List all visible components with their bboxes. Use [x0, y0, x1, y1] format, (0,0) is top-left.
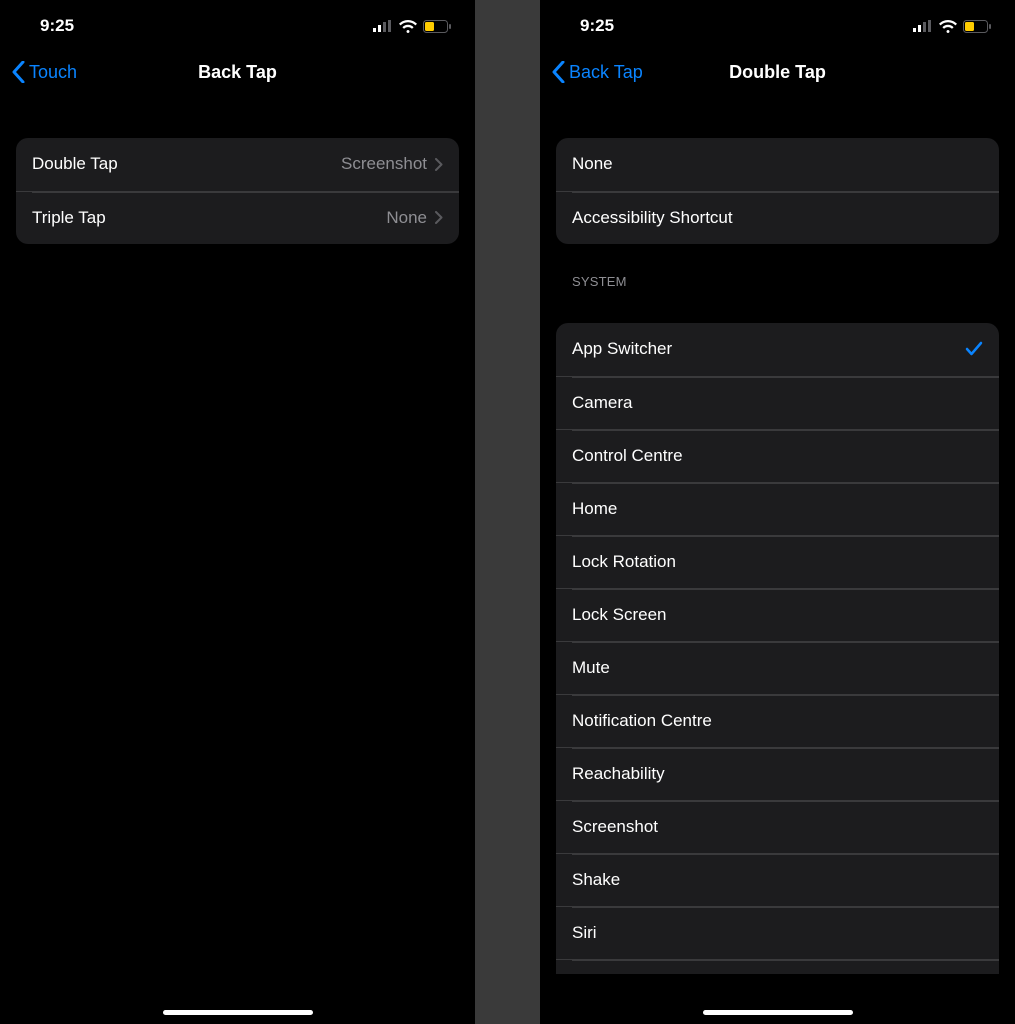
wifi-icon [399, 20, 417, 33]
row-system-option[interactable]: Home [556, 482, 999, 535]
row-label: None [572, 154, 613, 174]
row-none[interactable]: None [556, 138, 999, 191]
cellular-icon [913, 20, 933, 32]
nav-bar: Touch Back Tap [0, 48, 475, 104]
row-system-option[interactable]: Camera [556, 376, 999, 429]
chevron-right-icon [435, 158, 443, 171]
status-time: 9:25 [580, 16, 614, 36]
right-screen: 9:25 Back Tap Double Tap None Accessibil… [540, 0, 1015, 1024]
row-label: Home [572, 499, 617, 519]
row-system-option[interactable]: Mute [556, 641, 999, 694]
battery-icon [963, 20, 991, 33]
page-title: Double Tap [729, 62, 826, 83]
status-icons [913, 20, 991, 33]
back-button[interactable]: Touch [12, 61, 77, 83]
row-system-option[interactable]: Lock Screen [556, 588, 999, 641]
row-label: Double Tap [32, 154, 118, 174]
home-indicator[interactable] [163, 1010, 313, 1015]
row-label: Siri [572, 923, 597, 943]
back-label: Touch [29, 62, 77, 83]
battery-icon [423, 20, 451, 33]
chevron-right-icon [435, 211, 443, 224]
options-group-1: None Accessibility Shortcut [556, 138, 999, 244]
row-label: Screenshot [572, 817, 658, 837]
page-title: Back Tap [198, 62, 277, 83]
status-bar: 9:25 [0, 0, 475, 48]
row-label: Notification Centre [572, 711, 712, 731]
row-system-option[interactable]: Shake [556, 853, 999, 906]
row-system-option[interactable]: App Switcher [556, 323, 999, 376]
row-label: Accessibility Shortcut [572, 208, 733, 228]
row-triple-tap[interactable]: Triple Tap None [16, 191, 459, 244]
system-group: App Switcher Camera Control Centre Home Lock… [556, 323, 999, 974]
chevron-left-icon [552, 61, 565, 83]
row-label: Shake [572, 870, 620, 890]
home-indicator[interactable] [703, 1010, 853, 1015]
back-label: Back Tap [569, 62, 643, 83]
row-label: Lock Rotation [572, 552, 676, 572]
row-double-tap[interactable]: Double Tap Screenshot [16, 138, 459, 191]
status-bar: 9:25 [540, 0, 1015, 48]
cellular-icon [373, 20, 393, 32]
nav-bar: Back Tap Double Tap [540, 48, 1015, 104]
row-system-option[interactable]: Screenshot [556, 800, 999, 853]
row-label: Reachability [572, 764, 665, 784]
row-label: Mute [572, 658, 610, 678]
row-system-option[interactable]: Siri [556, 906, 999, 959]
row-system-option[interactable]: Control Centre [556, 429, 999, 482]
row-label: Control Centre [572, 446, 683, 466]
left-screen: 9:25 Touch Back Tap Double Tap Screensho… [0, 0, 475, 1024]
row-label: App Switcher [572, 339, 672, 359]
row-label: Triple Tap [32, 208, 106, 228]
system-group-header: SYSTEM [556, 274, 999, 289]
row-system-option[interactable]: Spotlight [556, 959, 999, 974]
row-system-option[interactable]: Reachability [556, 747, 999, 800]
status-time: 9:25 [40, 16, 74, 36]
row-label: Lock Screen [572, 605, 667, 625]
row-value: None [386, 208, 427, 228]
back-tap-group: Double Tap Screenshot Triple Tap None [16, 138, 459, 244]
wifi-icon [939, 20, 957, 33]
status-icons [373, 20, 451, 33]
checkmark-icon [965, 340, 983, 358]
row-value: Screenshot [341, 154, 427, 174]
chevron-left-icon [12, 61, 25, 83]
row-system-option[interactable]: Lock Rotation [556, 535, 999, 588]
row-label: Camera [572, 393, 632, 413]
row-accessibility-shortcut[interactable]: Accessibility Shortcut [556, 191, 999, 244]
back-button[interactable]: Back Tap [552, 61, 643, 83]
row-system-option[interactable]: Notification Centre [556, 694, 999, 747]
